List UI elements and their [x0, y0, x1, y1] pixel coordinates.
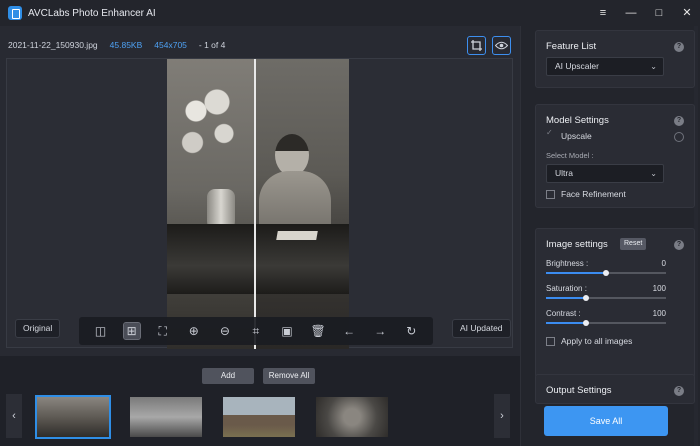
original-label: Original [15, 319, 61, 338]
upscale-checkbox[interactable] [546, 128, 555, 140]
chevron-down-icon: ⌄ [650, 169, 657, 178]
slider-value: 100 [652, 309, 666, 318]
close-button[interactable]: ✕ [680, 6, 694, 20]
chevron-down-icon: ⌄ [650, 62, 657, 71]
output-settings-panel: Output Settings ? [535, 374, 695, 404]
image-settings-title: Image settings [546, 239, 608, 250]
delete-icon[interactable]: 🗑 [310, 323, 326, 339]
slider-handle[interactable] [582, 295, 589, 301]
face-refinement-checkbox[interactable] [546, 190, 555, 199]
save-icon[interactable]: ▣ [279, 323, 295, 339]
feature-select-value: AI Upscaler [555, 61, 599, 71]
slider-value: 100 [652, 284, 666, 293]
photo-preview [167, 59, 349, 349]
thumbnail-2[interactable] [128, 395, 204, 439]
help-icon[interactable]: ? [674, 42, 684, 52]
feature-list-panel: Feature List ? AI Upscaler ⌄ [535, 30, 695, 88]
model-settings-title: Model Settings [546, 115, 609, 126]
slider-label: Brightness : [546, 259, 589, 268]
slider-label: Saturation : [546, 284, 587, 293]
view-control-bar: ◫ ⊞ ⛶ ⊕ ⊖ ⌗ ▣ 🗑 ← → ↻ [79, 317, 433, 345]
slider-label: Contrast : [546, 309, 581, 318]
title-bar: AVCLabs Photo Enhancer AI ≡ — □ ✕ [0, 0, 700, 26]
arrow-left-icon[interactable]: ← [341, 323, 357, 339]
thumbnail-3[interactable] [221, 395, 297, 439]
settings-panel: Feature List ? AI Upscaler ⌄ Model Setti… [520, 26, 700, 446]
image-settings-panel: Image settings Reset ? Brightness : 0 Sa… [535, 228, 695, 378]
output-settings-title: Output Settings [546, 385, 612, 396]
feature-list-title: Feature List [546, 41, 597, 52]
app-logo-icon [8, 6, 22, 20]
slider-handle[interactable] [582, 320, 589, 326]
preview-toggle-button[interactable] [492, 36, 511, 55]
minimize-button[interactable]: — [624, 6, 638, 20]
compare-view-icon[interactable]: ⊞ [122, 322, 141, 340]
reset-button[interactable]: Reset [620, 238, 647, 250]
model-select-value: Ultra [555, 168, 573, 178]
upscale-label: Upscale [561, 131, 592, 141]
slider-handle[interactable] [603, 270, 609, 276]
thumbnail-4[interactable] [314, 395, 390, 439]
crop-icon [471, 40, 482, 51]
zoom-in-icon[interactable]: ⊕ [186, 323, 202, 339]
zoom-out-icon[interactable]: ⊖ [217, 323, 233, 339]
menu-icon[interactable]: ≡ [596, 6, 610, 20]
app-title: AVCLabs Photo Enhancer AI [28, 7, 156, 19]
maximize-button[interactable]: □ [652, 6, 666, 20]
add-button[interactable]: Add [202, 368, 254, 384]
thumbnail-1[interactable] [35, 395, 111, 439]
apply-all-checkbox[interactable] [546, 337, 555, 346]
image-dimensions: 454x705 [154, 40, 187, 50]
crop-tool-button[interactable] [467, 36, 486, 55]
eye-icon [495, 41, 508, 50]
arrow-right-icon[interactable]: → [372, 323, 388, 339]
save-all-button[interactable]: Save All [544, 406, 668, 436]
compare-split-handle[interactable] [254, 59, 256, 349]
file-info-bar: 2021-11-22_150930.jpg 45.85KB 454x705 - … [8, 40, 225, 50]
model-select[interactable]: Ultra ⌄ [546, 164, 664, 183]
image-counter: - 1 of 4 [198, 40, 226, 50]
face-refinement-label: Face Refinement [561, 189, 626, 199]
file-size: 45.85KB [109, 40, 143, 50]
model-settings-panel: Model Settings ? Upscale Select Model : … [535, 104, 695, 208]
thumbnail-next-button[interactable]: › [494, 394, 510, 438]
help-icon[interactable]: ? [674, 240, 684, 250]
remove-all-button[interactable]: Remove All [263, 368, 315, 384]
thumbnail-prev-button[interactable]: ‹ [6, 394, 22, 438]
slider-value: 0 [661, 259, 666, 268]
help-icon[interactable]: ? [674, 116, 684, 126]
apply-all-label: Apply to all images [561, 336, 633, 346]
help-icon[interactable]: ? [674, 386, 684, 396]
rotate-icon[interactable]: ↻ [403, 323, 419, 339]
thumbnail-strip: Add Remove All ‹ › [0, 356, 520, 446]
feature-select[interactable]: AI Upscaler ⌄ [546, 57, 664, 76]
window-controls: ≡ — □ ✕ [596, 0, 694, 26]
fit-screen-icon[interactable]: ⛶ [155, 323, 171, 339]
preview-area: 2021-11-22_150930.jpg 45.85KB 454x705 - … [0, 26, 520, 356]
split-view-icon[interactable]: ◫ [93, 323, 109, 339]
ai-updated-label: AI Updated [452, 319, 511, 338]
crop-icon[interactable]: ⌗ [248, 323, 264, 339]
select-model-label: Select Model : [546, 151, 594, 160]
file-name: 2021-11-22_150930.jpg [8, 40, 98, 50]
gear-icon[interactable] [674, 132, 684, 142]
image-viewer[interactable]: Original AI Updated ◫ ⊞ ⛶ ⊕ ⊖ ⌗ ▣ 🗑 ← → … [6, 58, 513, 349]
